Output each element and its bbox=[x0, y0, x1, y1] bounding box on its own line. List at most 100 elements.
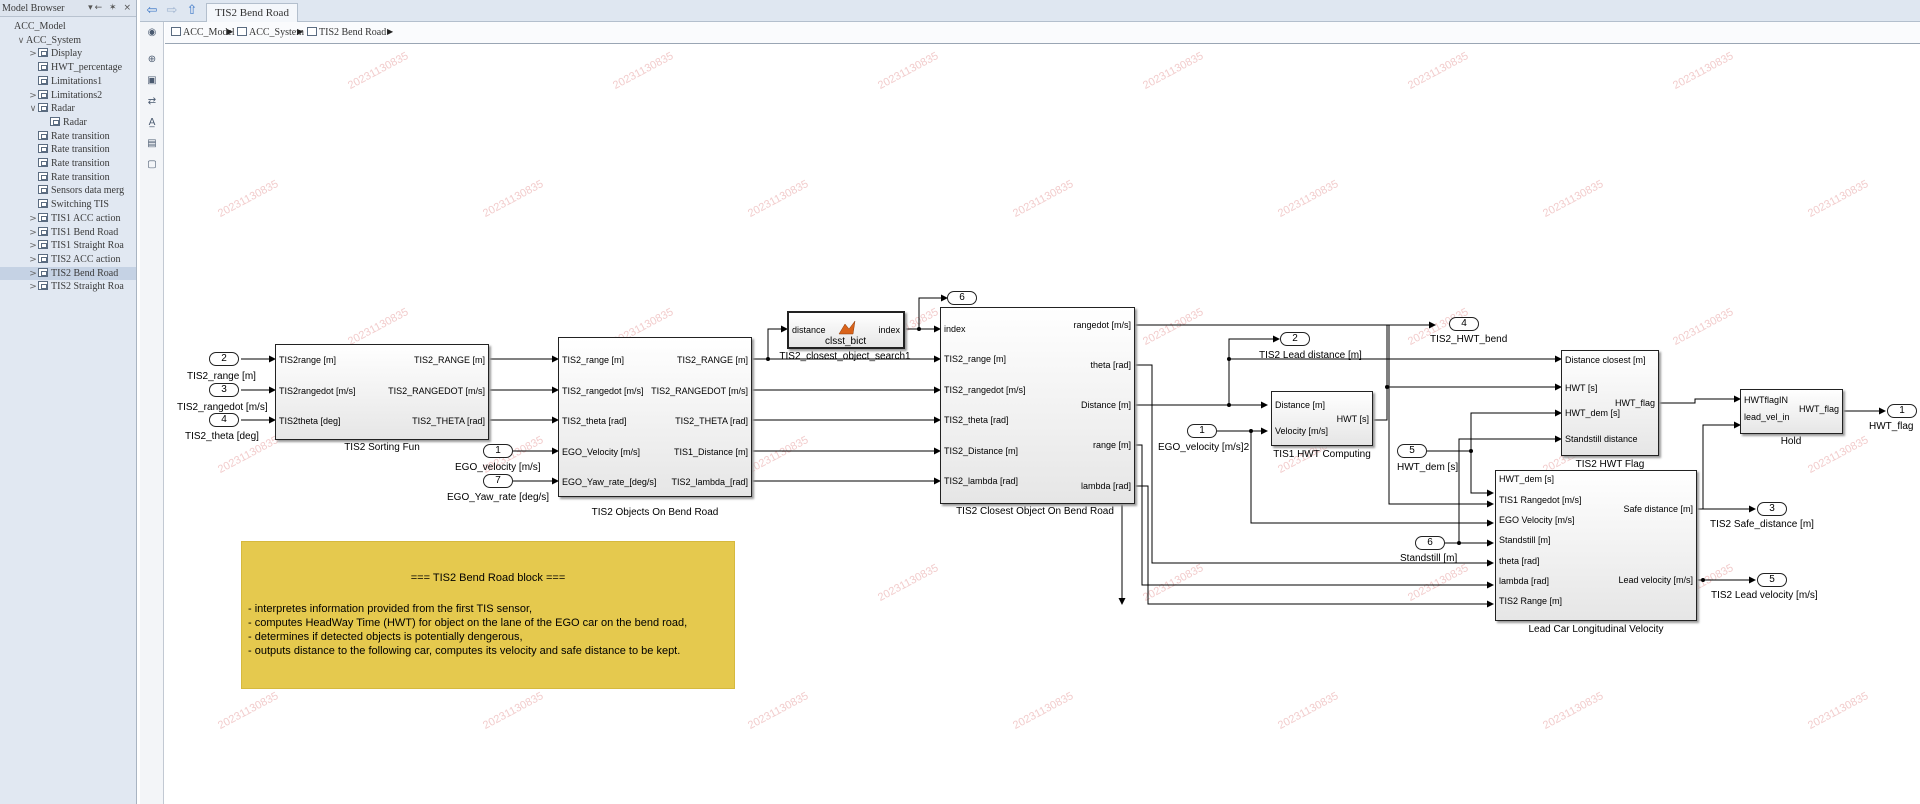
block-tis1-hwt-computing[interactable]: Distance [m] Velocity [m/s] HWT [s] bbox=[1271, 391, 1373, 446]
subsystem-icon bbox=[38, 212, 48, 222]
block-tis2-closest-object-on-bend-road[interactable]: index TIS2_range [m] TIS2_rangedot [m/s]… bbox=[940, 307, 1135, 504]
block-name: TIS2 Sorting Fun bbox=[344, 442, 420, 453]
port-label: Safe distance [m] bbox=[1623, 504, 1693, 514]
annotation-note[interactable]: === TIS2 Bend Road block === - interpret… bbox=[241, 541, 735, 689]
inport-tis2-range[interactable]: 2 bbox=[209, 352, 239, 366]
tree-expander-icon[interactable]: > bbox=[28, 227, 38, 239]
tree-expander-icon[interactable]: > bbox=[28, 240, 38, 252]
block-tis2-objects-on-bend-road[interactable]: TIS2_range [m] TIS2_rangedot [m/s] TIS2_… bbox=[558, 337, 752, 497]
port-label: theta [rad] bbox=[1499, 556, 1540, 566]
inport-tis2-theta[interactable]: 4 bbox=[209, 413, 239, 427]
port-label: TIS2theta [deg] bbox=[279, 416, 341, 426]
inport-standstill-label: Standstill [m] bbox=[1400, 553, 1458, 564]
tree-expander-icon[interactable]: > bbox=[28, 268, 38, 280]
port-label: TIS2_theta [rad] bbox=[562, 416, 627, 426]
image-icon[interactable]: ▤ bbox=[145, 137, 159, 150]
tree-item[interactable]: > TIS1 Straight Roa bbox=[0, 239, 136, 252]
inport-tis2-rangedot[interactable]: 3 bbox=[209, 383, 239, 397]
inport-standstill[interactable]: 6 bbox=[1415, 536, 1445, 550]
tree-item-label: TIS1 Bend Road bbox=[51, 226, 119, 238]
inport-hwt-dem[interactable]: 5 bbox=[1397, 444, 1427, 458]
tree-expander-icon[interactable]: ∨ bbox=[28, 103, 38, 115]
port-label: range [m] bbox=[1092, 440, 1131, 450]
tree-item[interactable]: ∨ Radar bbox=[0, 102, 136, 115]
port-label: TIS2_RANGEDOT [m/s] bbox=[388, 386, 485, 396]
tree-item[interactable]: > TIS2 Straight Roa bbox=[0, 280, 136, 293]
tree-item[interactable]: Radar bbox=[0, 116, 136, 129]
tree-expander-icon[interactable]: ∨ bbox=[16, 35, 26, 47]
port-label: HWT_dem [s] bbox=[1565, 408, 1621, 418]
tree-item[interactable]: > Display bbox=[0, 47, 136, 60]
tree-item[interactable]: > TIS1 Bend Road bbox=[0, 226, 136, 239]
hide-show-icon[interactable]: ◉ bbox=[145, 26, 159, 39]
tree-item-label: Rate transition bbox=[51, 130, 110, 142]
port-label: Distance [m] bbox=[1080, 400, 1131, 410]
tree-item[interactable]: > Limitations2 bbox=[0, 89, 136, 102]
outport-hwt-bend[interactable]: 4 bbox=[1449, 317, 1479, 331]
block-closest-object-search[interactable]: distance index clsst_bict bbox=[787, 311, 905, 349]
tab-tis2-bend-road[interactable]: TIS2 Bend Road bbox=[206, 3, 298, 22]
tree-item-label: Limitations2 bbox=[51, 89, 103, 101]
tree-item-label: TIS2 ACC action bbox=[51, 253, 121, 265]
subsystem-icon bbox=[38, 75, 48, 85]
outport-index[interactable]: 6 bbox=[947, 291, 977, 305]
breadcrumb-item[interactable]: ACC_Model bbox=[171, 27, 235, 38]
tree-expander-icon[interactable]: > bbox=[28, 213, 38, 225]
subsystem-icon bbox=[38, 253, 48, 263]
panel-controls-icon[interactable]: ▾← ✶ × bbox=[88, 0, 133, 17]
inport-ego-velocity-2[interactable]: 1 bbox=[1187, 424, 1217, 438]
outport-lead-distance[interactable]: 2 bbox=[1280, 332, 1310, 346]
tree-expander-icon[interactable]: > bbox=[28, 90, 38, 102]
tree-expander-icon[interactable]: > bbox=[28, 254, 38, 266]
tree-item[interactable]: HWT_percentage bbox=[0, 61, 136, 74]
inport-ego-velocity[interactable]: 1 bbox=[483, 444, 513, 458]
breadcrumb: ACC_Model ▶ ACC_System ▶ TIS2 Bend Road … bbox=[165, 22, 1920, 44]
block-tis2-hwt-flag[interactable]: Distance closest [m] HWT [s] HWT_dem [s]… bbox=[1561, 350, 1659, 456]
up-arrow-icon[interactable]: ⇧ bbox=[184, 3, 200, 19]
breadcrumb-separator-icon: ▶ bbox=[297, 27, 304, 36]
annotation-icon[interactable]: A̲ bbox=[145, 116, 159, 129]
back-arrow-icon[interactable]: ⇦ bbox=[144, 3, 160, 19]
port-label: TIS2range [m] bbox=[279, 355, 337, 365]
subsystem-icon bbox=[307, 27, 317, 36]
zoom-icon[interactable]: ⊕ bbox=[145, 53, 159, 66]
port-label: Distance [m] bbox=[1275, 400, 1326, 410]
tree-item[interactable]: ACC_Model bbox=[0, 20, 136, 33]
tree-item-label: Rate transition bbox=[51, 144, 110, 156]
block-tis2-sorting-fun[interactable]: TIS2range [m] TIS2rangedot [m/s] TIS2the… bbox=[275, 344, 489, 440]
block-name: TIS2 Closest Object On Bend Road bbox=[956, 506, 1114, 517]
arrows-icon[interactable]: ⇄ bbox=[145, 95, 159, 108]
forward-arrow-icon[interactable]: ⇨ bbox=[164, 3, 180, 19]
tree-item[interactable]: > TIS1 ACC action bbox=[0, 212, 136, 225]
breadcrumb-item[interactable]: TIS2 Bend Road bbox=[307, 27, 386, 38]
breadcrumb-item[interactable]: ACC_System bbox=[237, 27, 304, 38]
tree-item[interactable]: ∨ ACC_System bbox=[0, 34, 136, 47]
outport-hwt-flag-label: HWT_flag bbox=[1869, 421, 1914, 432]
subsystem-icon bbox=[38, 48, 48, 58]
tree-item[interactable]: > TIS2 ACC action bbox=[0, 253, 136, 266]
tree-item[interactable]: > TIS2 Bend Road bbox=[0, 266, 136, 280]
diagram-canvas[interactable]: 20231130835 20231130835 20231130835 2023113… bbox=[165, 45, 1920, 804]
tree-item-label: TIS2 Bend Road bbox=[51, 267, 119, 279]
tree-expander-icon[interactable]: > bbox=[28, 48, 38, 60]
tree-item[interactable]: Rate transition bbox=[0, 171, 136, 184]
block-lead-car-longitudinal-velocity[interactable]: HWT_dem [s] TIS1 Rangedot [m/s] EGO Velo… bbox=[1495, 470, 1697, 621]
tree-item[interactable]: Rate transition bbox=[0, 157, 136, 170]
block-hold[interactable]: HWTflagIN lead_vel_in HWT_flag bbox=[1740, 389, 1843, 434]
port-label: index bbox=[878, 325, 900, 335]
tree-item[interactable]: Rate transition bbox=[0, 130, 136, 143]
outport-hwt-flag[interactable]: 1 bbox=[1887, 404, 1917, 418]
tree-item[interactable]: Sensors data merg bbox=[0, 184, 136, 197]
port-label: TIS2_THETA [rad] bbox=[675, 416, 748, 426]
port-label: EGO_Velocity [m/s] bbox=[562, 447, 641, 457]
tree-expander-icon[interactable]: > bbox=[28, 281, 38, 293]
tree-item[interactable]: Rate transition bbox=[0, 143, 136, 156]
subsystem-icon bbox=[38, 240, 48, 250]
fit-view-icon[interactable]: ▣ bbox=[145, 74, 159, 87]
outport-safe-distance[interactable]: 3 bbox=[1757, 502, 1787, 516]
outport-lead-velocity[interactable]: 5 bbox=[1757, 573, 1787, 587]
tree-item[interactable]: Switching TIS bbox=[0, 198, 136, 211]
inport-ego-yaw-rate[interactable]: 7 bbox=[483, 474, 513, 488]
area-icon[interactable]: ▢ bbox=[145, 158, 159, 171]
tree-item[interactable]: Limitations1 bbox=[0, 75, 136, 88]
